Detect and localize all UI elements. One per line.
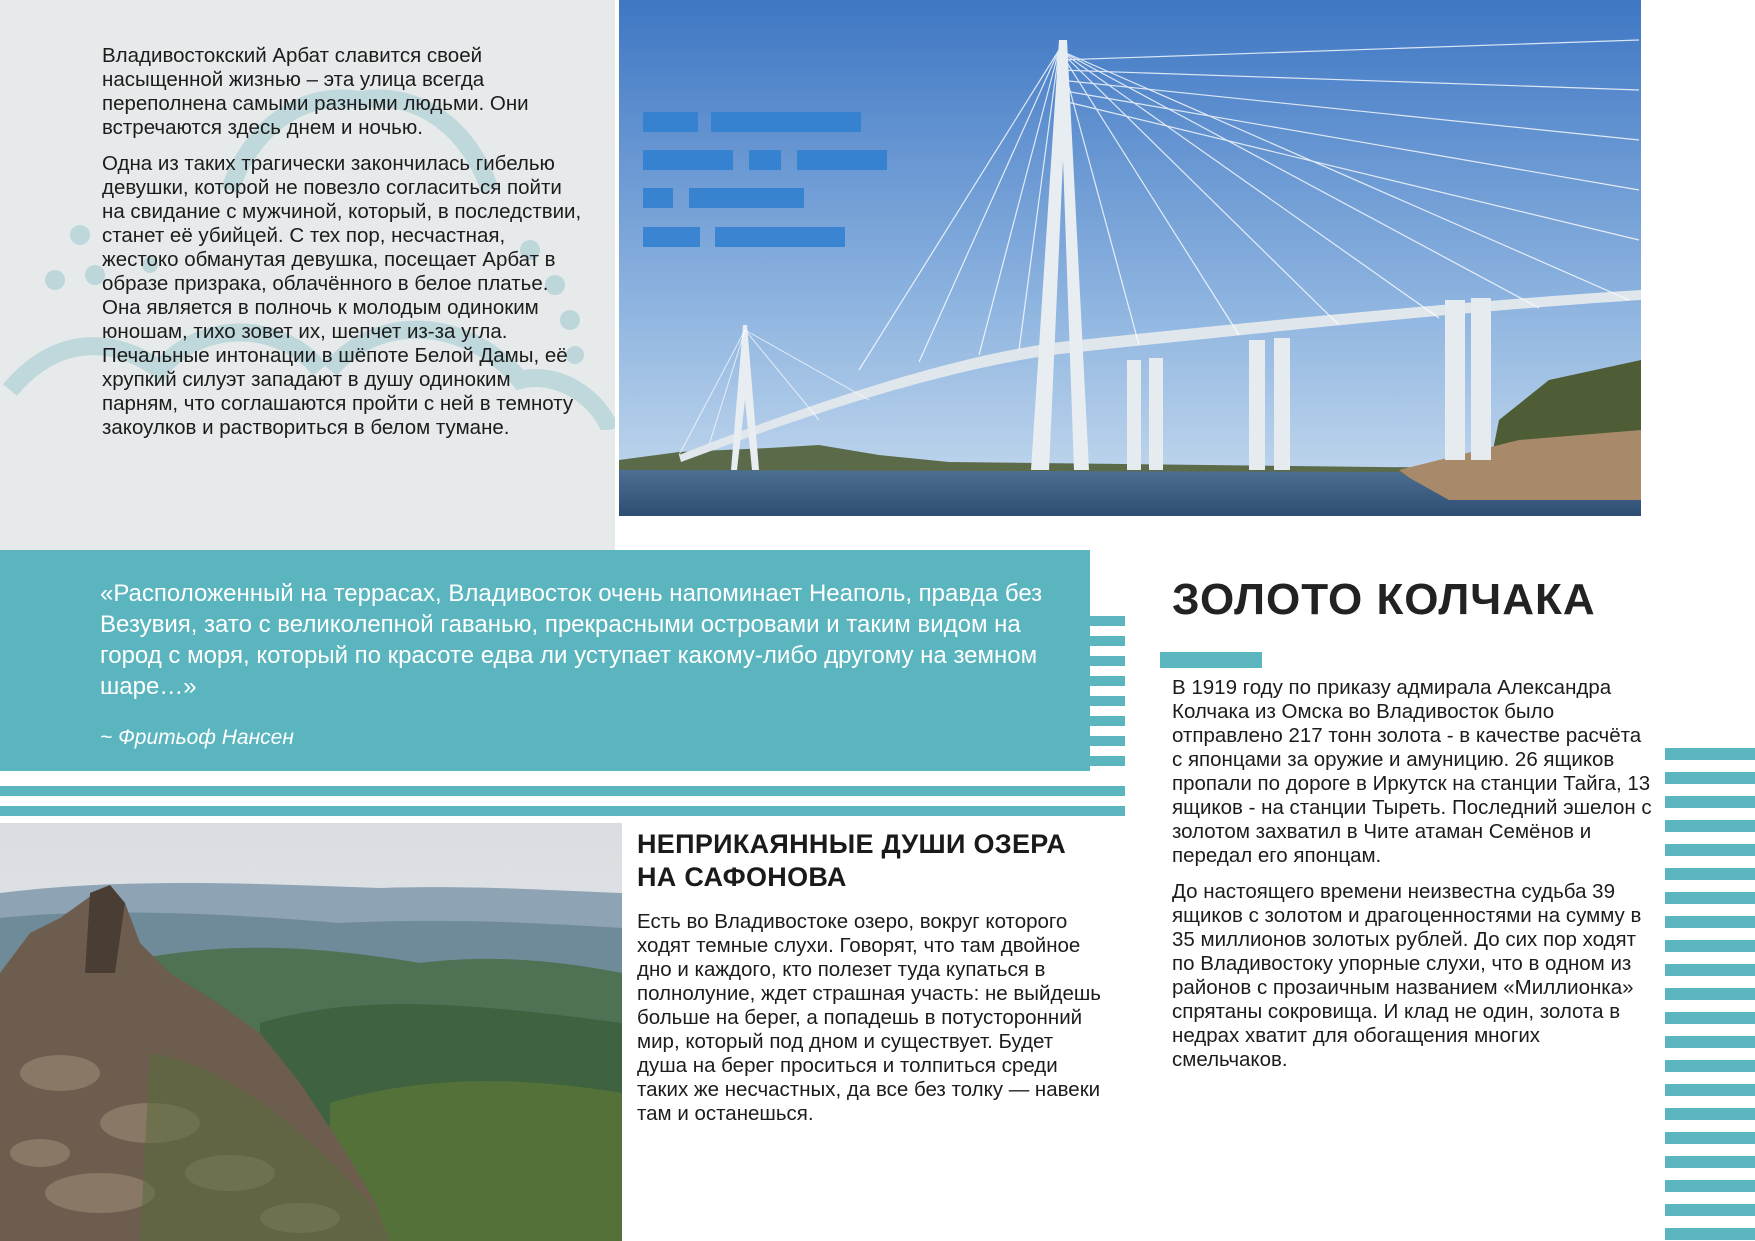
- decorative-stripe: [1665, 868, 1755, 880]
- decorative-stripe: [1665, 820, 1755, 832]
- decorative-stripe: [1665, 1156, 1755, 1168]
- quote-band: «Расположенный на террасах, Владивосток …: [0, 550, 1090, 771]
- decorative-stripe: [1090, 736, 1125, 746]
- lake-article-title: НЕПРИКАЯННЫЕ ДУШИ ОЗЕРА НА САФОНОВА: [637, 829, 1067, 892]
- decorative-stripe: [1090, 756, 1125, 766]
- title-accent-bar: [1160, 652, 1262, 668]
- decorative-stripe: [1665, 964, 1755, 976]
- arbat-panel: Владивостокский Арбат славится своей нас…: [0, 0, 615, 550]
- kolchak-paragraph-2: До настоящего времени неизвестна судьба …: [1172, 880, 1642, 1071]
- decorative-stripe: [1665, 916, 1755, 928]
- arbat-article: Владивостокский Арбат славится своей нас…: [102, 44, 582, 452]
- decorative-stripe: [1665, 748, 1755, 760]
- kolchak-article-title: ЗОЛОТО КОЛЧАКА: [1172, 575, 1596, 624]
- decorative-stripe: [1090, 696, 1125, 706]
- bridge-photo: [619, 0, 1641, 516]
- decorative-stripe: [1665, 892, 1755, 904]
- decorative-stripe: [1665, 1012, 1755, 1024]
- decorative-stripe: [1090, 656, 1125, 666]
- decorative-stripe: [1090, 636, 1125, 646]
- decorative-stripe: [1090, 716, 1125, 726]
- decorative-stripe: [1665, 1036, 1755, 1048]
- decorative-stripe: [1665, 1228, 1755, 1240]
- decorative-stripe: [1665, 1132, 1755, 1144]
- quote-text: «Расположенный на террасах, Владивосток …: [100, 580, 1043, 700]
- decorative-stripe: [0, 806, 1125, 816]
- decorative-stripe: [1665, 844, 1755, 856]
- decorative-stripe: [1665, 940, 1755, 952]
- decorative-stripe: [1665, 1060, 1755, 1072]
- decorative-stripe: [1665, 1084, 1755, 1096]
- arbat-paragraph-2: Одна из таких трагически закончилась гиб…: [102, 152, 582, 439]
- decorative-stripe: [1665, 772, 1755, 784]
- kolchak-article: В 1919 году по приказу адмирала Александ…: [1172, 676, 1652, 1084]
- lake-article-text: Есть во Владивостоке озеро, вокруг котор…: [637, 910, 1101, 1125]
- decorative-stripe: [1090, 616, 1125, 626]
- quote-author: ~ Фритьоф Нансен: [100, 726, 294, 749]
- kolchak-paragraph-1: В 1919 году по приказу адмирала Александ…: [1172, 676, 1652, 867]
- decorative-stripe: [1665, 796, 1755, 808]
- arbat-paragraph-1: Владивостокский Арбат славится своей нас…: [102, 44, 529, 139]
- decorative-stripe: [1665, 1204, 1755, 1216]
- mountain-photo: [0, 823, 622, 1241]
- decorative-stripe: [0, 786, 1125, 796]
- decorative-stripe: [1665, 988, 1755, 1000]
- decorative-stripe: [1090, 676, 1125, 686]
- decorative-stripe: [1665, 1180, 1755, 1192]
- decorative-stripe: [1665, 1108, 1755, 1120]
